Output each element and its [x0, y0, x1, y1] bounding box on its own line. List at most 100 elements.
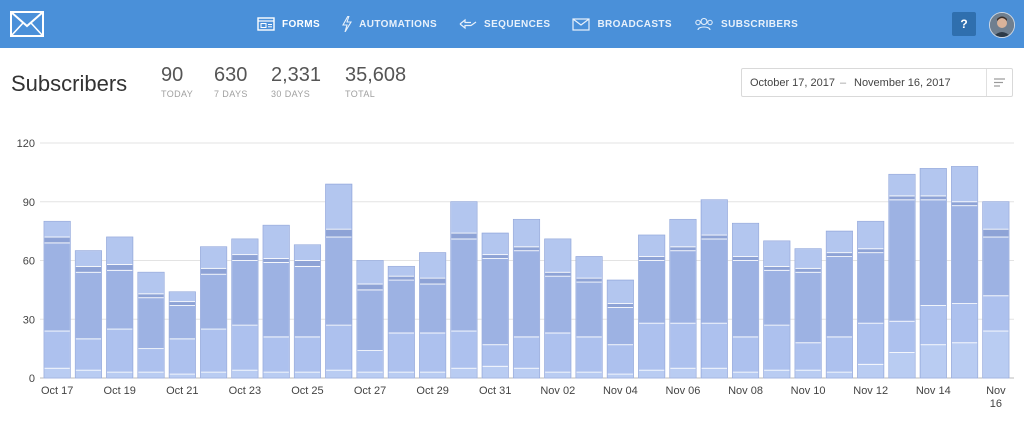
nav-item-subscribers[interactable]: SUBSCRIBERS [694, 17, 798, 31]
bar-segment[interactable] [262, 258, 290, 263]
bar-segment[interactable] [606, 307, 634, 346]
bar-segment[interactable] [106, 264, 134, 271]
bar-segment[interactable] [200, 273, 228, 330]
bar-segment[interactable] [794, 342, 822, 371]
bar-segment[interactable] [325, 228, 353, 238]
bar-segment[interactable] [231, 254, 259, 261]
bar-segment[interactable] [825, 256, 853, 338]
bar-segment[interactable] [857, 322, 885, 365]
bar-segment[interactable] [481, 258, 509, 346]
bar-segment[interactable] [951, 166, 979, 203]
bar-segment[interactable] [74, 271, 102, 340]
bar-segment[interactable] [825, 230, 853, 254]
bar-segment[interactable] [231, 369, 259, 379]
bar-segment[interactable] [731, 256, 760, 261]
bar-segment[interactable] [231, 324, 259, 371]
bar-segment[interactable] [638, 256, 666, 261]
bar-segment[interactable] [669, 322, 697, 369]
bar-segment[interactable] [231, 260, 259, 326]
bar-segment[interactable] [74, 338, 102, 371]
bar-segment[interactable] [794, 248, 822, 269]
bar-segment[interactable] [481, 344, 509, 367]
bar-segment[interactable] [888, 199, 916, 322]
bar-segment[interactable] [419, 371, 447, 379]
bar-segment[interactable] [419, 332, 447, 373]
bar-segment[interactable] [231, 238, 259, 256]
bar-segment[interactable] [387, 371, 415, 379]
bar-segment[interactable] [763, 240, 791, 267]
bar-segment[interactable] [325, 324, 353, 371]
bar-segment[interactable] [919, 195, 947, 201]
bar-segment[interactable] [857, 252, 885, 324]
bar-segment[interactable] [857, 248, 885, 254]
bar-segment[interactable] [544, 271, 572, 277]
nav-item-forms[interactable]: FORMS [257, 17, 320, 31]
bar-segment[interactable] [982, 295, 1010, 332]
bar-segment[interactable] [638, 260, 666, 324]
bar-segment[interactable] [106, 236, 134, 265]
date-range-start[interactable]: October 17, 2017 [750, 77, 835, 89]
bar-segment[interactable] [137, 348, 165, 373]
bar-segment[interactable] [512, 246, 541, 252]
bar-segment[interactable] [74, 369, 102, 379]
bar-segment[interactable] [951, 303, 979, 344]
bar-segment[interactable] [982, 201, 1010, 230]
nav-item-automations[interactable]: AUTOMATIONS [342, 16, 437, 32]
bar-segment[interactable] [481, 232, 509, 256]
bar-segment[interactable] [919, 168, 947, 197]
bar-segment[interactable] [325, 369, 353, 379]
bar-segment[interactable] [544, 238, 572, 273]
avatar[interactable] [989, 12, 1015, 38]
bar-segment[interactable] [669, 367, 697, 379]
bar-segment[interactable] [293, 336, 322, 373]
bar-segment[interactable] [575, 277, 603, 283]
bar-segment[interactable] [419, 283, 447, 334]
bar-segment[interactable] [763, 269, 791, 326]
bar-segment[interactable] [575, 256, 603, 279]
bar-segment[interactable] [731, 371, 760, 379]
bar-segment[interactable] [731, 260, 760, 338]
bar-segment[interactable] [606, 373, 634, 379]
bar-segment[interactable] [450, 232, 478, 240]
bar-segment[interactable] [794, 271, 822, 344]
bar-segment[interactable] [262, 224, 290, 259]
bar-segment[interactable] [200, 328, 228, 373]
bar-segment[interactable] [857, 363, 885, 379]
bar-segment[interactable] [293, 244, 322, 261]
bar-segment[interactable] [450, 330, 478, 369]
bar-segment[interactable] [763, 369, 791, 379]
bar-segment[interactable] [450, 367, 478, 379]
bar-segment[interactable] [544, 332, 572, 373]
date-range-menu-button[interactable] [986, 69, 1012, 96]
bar-segment[interactable] [387, 275, 415, 281]
bar-segment[interactable] [512, 367, 541, 379]
bar-segment[interactable] [106, 269, 134, 330]
bar-segment[interactable] [700, 238, 728, 324]
bar-segment[interactable] [669, 246, 697, 252]
bar-segment[interactable] [419, 252, 447, 279]
bar-segment[interactable] [43, 220, 71, 238]
bar-segment[interactable] [200, 371, 228, 379]
bar-segment[interactable] [825, 252, 853, 257]
bar-segment[interactable] [387, 279, 415, 334]
bar-segment[interactable] [794, 369, 822, 379]
bar-segment[interactable] [106, 328, 134, 373]
nav-item-broadcasts[interactable]: BROADCASTS [572, 17, 672, 31]
bar-segment[interactable] [951, 342, 979, 379]
bar-segment[interactable] [731, 222, 760, 257]
bar-segment[interactable] [575, 371, 603, 379]
bar-segment[interactable] [982, 330, 1010, 379]
bar-segment[interactable] [137, 293, 165, 299]
bar-segment[interactable] [951, 201, 979, 207]
bar-segment[interactable] [262, 371, 290, 379]
date-range-end[interactable]: November 16, 2017 [854, 77, 951, 89]
bar-segment[interactable] [356, 260, 384, 285]
bar-segment[interactable] [638, 369, 666, 379]
bar-segment[interactable] [512, 336, 541, 369]
bar-segment[interactable] [700, 367, 728, 379]
bar-segment[interactable] [137, 271, 165, 295]
bar-segment[interactable] [356, 289, 384, 351]
bar-segment[interactable] [293, 371, 322, 379]
bar-segment[interactable] [356, 350, 384, 373]
bar-segment[interactable] [262, 262, 290, 338]
